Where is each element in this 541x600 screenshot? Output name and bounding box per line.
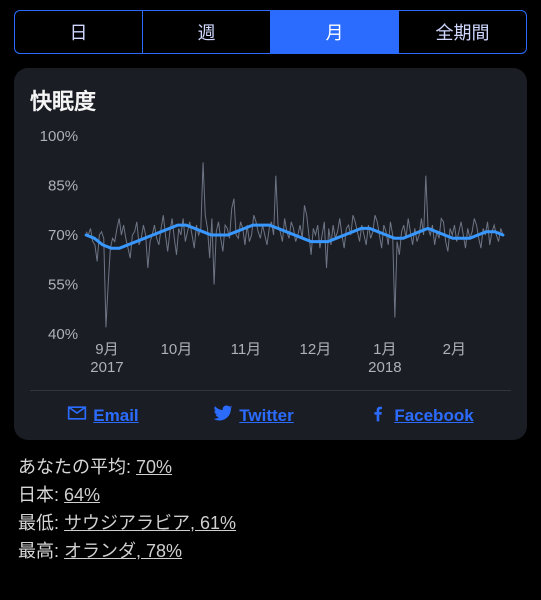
stat-japan: 日本: 64%: [18, 482, 523, 510]
share-email-label: Email: [93, 406, 138, 426]
stat-highest-value: オランダ, 78%: [64, 541, 182, 561]
stat-japan-value: 64%: [64, 485, 100, 505]
svg-text:2月: 2月: [443, 341, 466, 358]
tab-all[interactable]: 全期間: [399, 11, 526, 53]
stat-highest-label: 最高:: [18, 541, 59, 561]
share-twitter-label: Twitter: [239, 406, 293, 426]
share-email-button[interactable]: Email: [67, 403, 138, 428]
facebook-icon: [368, 403, 388, 428]
tab-day[interactable]: 日: [15, 11, 143, 53]
svg-text:70%: 70%: [48, 227, 78, 244]
stat-lowest-value: サウジアラビア, 61%: [64, 513, 236, 533]
svg-text:55%: 55%: [48, 277, 78, 294]
stats-block: あなたの平均: 70% 日本: 64% 最低: サウジアラビア, 61% 最高:…: [18, 454, 523, 566]
svg-text:11月: 11月: [231, 341, 262, 358]
tab-month[interactable]: 月: [271, 11, 399, 53]
share-facebook-label: Facebook: [394, 406, 473, 426]
svg-text:9月: 9月: [95, 341, 118, 358]
stat-lowest-label: 最低:: [18, 513, 59, 533]
card-title: 快眠度: [30, 84, 511, 116]
tab-week[interactable]: 週: [143, 11, 271, 53]
svg-text:40%: 40%: [48, 326, 78, 343]
share-row: Email Twitter Facebook: [30, 390, 511, 428]
svg-text:12月: 12月: [300, 341, 332, 358]
sleep-quality-card: 快眠度 100% 85% 70% 55% 40% 9月2017 10月 11月 12月 1月201…: [14, 68, 527, 440]
svg-text:85%: 85%: [48, 178, 78, 195]
svg-text:100%: 100%: [40, 128, 78, 145]
email-icon: [67, 403, 87, 428]
share-facebook-button[interactable]: Facebook: [368, 403, 473, 428]
stat-your-avg: あなたの平均: 70%: [18, 454, 523, 482]
stat-your-avg-value: 70%: [136, 457, 172, 477]
stat-lowest: 最低: サウジアラビア, 61%: [18, 510, 523, 538]
sleep-quality-chart: 100% 85% 70% 55% 40% 9月2017 10月 11月 12月 1月2018 2月: [30, 122, 511, 382]
svg-text:2017: 2017: [90, 359, 123, 376]
share-twitter-button[interactable]: Twitter: [213, 403, 293, 428]
svg-text:2018: 2018: [368, 359, 401, 376]
svg-text:10月: 10月: [161, 341, 193, 358]
stat-japan-label: 日本:: [18, 485, 59, 505]
period-tabs: 日 週 月 全期間: [14, 10, 527, 54]
stat-highest: 最高: オランダ, 78%: [18, 538, 523, 566]
stat-your-avg-label: あなたの平均:: [18, 457, 131, 477]
twitter-icon: [213, 403, 233, 428]
svg-text:1月: 1月: [373, 341, 396, 358]
